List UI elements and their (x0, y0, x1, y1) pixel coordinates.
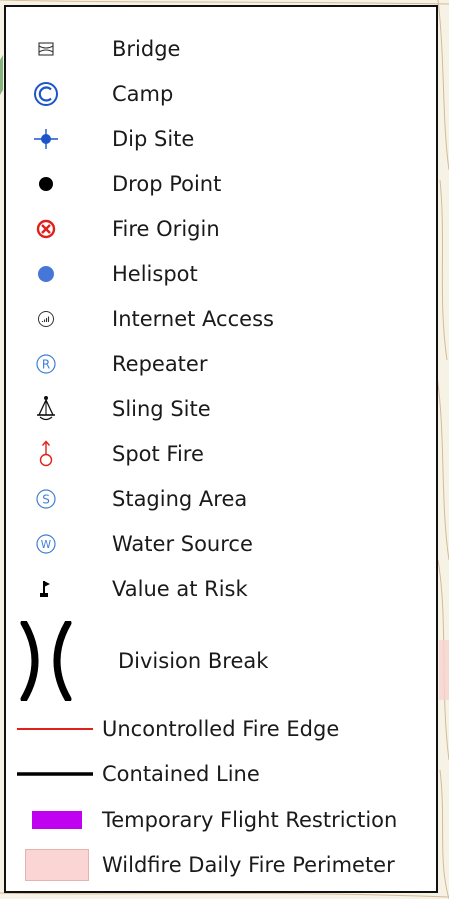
svg-text:W: W (41, 539, 52, 551)
legend-item-helispot: Helispot (6, 254, 436, 294)
drop-point-icon (26, 164, 66, 204)
legend-item-fire-origin: Fire Origin (6, 209, 436, 249)
legend-item-contained-line: Contained Line (6, 754, 436, 794)
svg-text:R: R (42, 358, 50, 372)
legend-item-temporary-flight-restriction: Temporary Flight Restriction (6, 800, 436, 840)
water-source-icon: W (26, 524, 66, 564)
dip-site-icon (26, 119, 66, 159)
legend-item-value-at-risk: Value at Risk (6, 569, 436, 609)
legend-label-camp: Camp (112, 82, 174, 106)
legend-item-dip-site: Dip Site (6, 119, 436, 159)
division-break-icon (16, 621, 76, 701)
value-at-risk-icon (26, 569, 66, 609)
legend-label-uncontrolled-fire-edge: Uncontrolled Fire Edge (102, 717, 340, 741)
legend-label-value-at-risk: Value at Risk (112, 577, 248, 601)
spot-fire-icon (26, 434, 66, 474)
legend-item-sling-site: Sling Site (6, 389, 436, 429)
svg-text:S: S (42, 493, 50, 507)
legend-label-dip-site: Dip Site (112, 127, 195, 151)
legend-item-repeater: R Repeater (6, 344, 436, 384)
camp-icon (26, 74, 66, 114)
legend-item-camp: Camp (6, 74, 436, 114)
uncontrolled-fire-edge-line (17, 709, 93, 749)
legend-label-sling-site: Sling Site (112, 397, 211, 421)
repeater-icon: R (26, 344, 66, 384)
legend-label-spot-fire: Spot Fire (112, 442, 204, 466)
sling-site-icon (26, 389, 66, 429)
legend-item-water-source: W Water Source (6, 524, 436, 564)
legend-label-bridge: Bridge (112, 37, 181, 61)
helispot-icon (26, 254, 66, 294)
contained-line (17, 754, 93, 794)
legend-item-division-break: Division Break (6, 619, 436, 703)
legend-label-division-break: Division Break (118, 649, 269, 673)
legend-label-temporary-flight-restriction: Temporary Flight Restriction (102, 808, 398, 832)
legend-label-helispot: Helispot (112, 262, 198, 286)
legend-label-staging-area: Staging Area (112, 487, 248, 511)
legend-label-drop-point: Drop Point (112, 172, 222, 196)
legend-item-bridge: Bridge (6, 29, 436, 69)
legend-item-internet-access: Internet Access (6, 299, 436, 339)
legend-label-contained-line: Contained Line (102, 762, 260, 786)
legend-label-water-source: Water Source (112, 532, 253, 556)
bridge-icon (26, 29, 66, 69)
legend-item-drop-point: Drop Point (6, 164, 436, 204)
legend-item-uncontrolled-fire-edge: Uncontrolled Fire Edge (6, 709, 436, 749)
legend-label-fire-origin: Fire Origin (112, 217, 220, 241)
staging-area-icon: S (26, 479, 66, 519)
legend-item-wildfire-daily-fire-perimeter: Wildfire Daily Fire Perimeter (6, 845, 436, 885)
map-legend: Bridge Camp Dip Site Drop Point Fire Ori… (4, 5, 438, 893)
internet-access-icon (26, 299, 66, 339)
legend-label-internet-access: Internet Access (112, 307, 274, 331)
perimeter-swatch (25, 845, 89, 885)
legend-label-wildfire-daily-fire-perimeter: Wildfire Daily Fire Perimeter (102, 853, 395, 877)
legend-item-staging-area: S Staging Area (6, 479, 436, 519)
legend-label-repeater: Repeater (112, 352, 208, 376)
fire-origin-icon (26, 209, 66, 249)
legend-item-spot-fire: Spot Fire (6, 434, 436, 474)
tfr-swatch (32, 800, 82, 840)
